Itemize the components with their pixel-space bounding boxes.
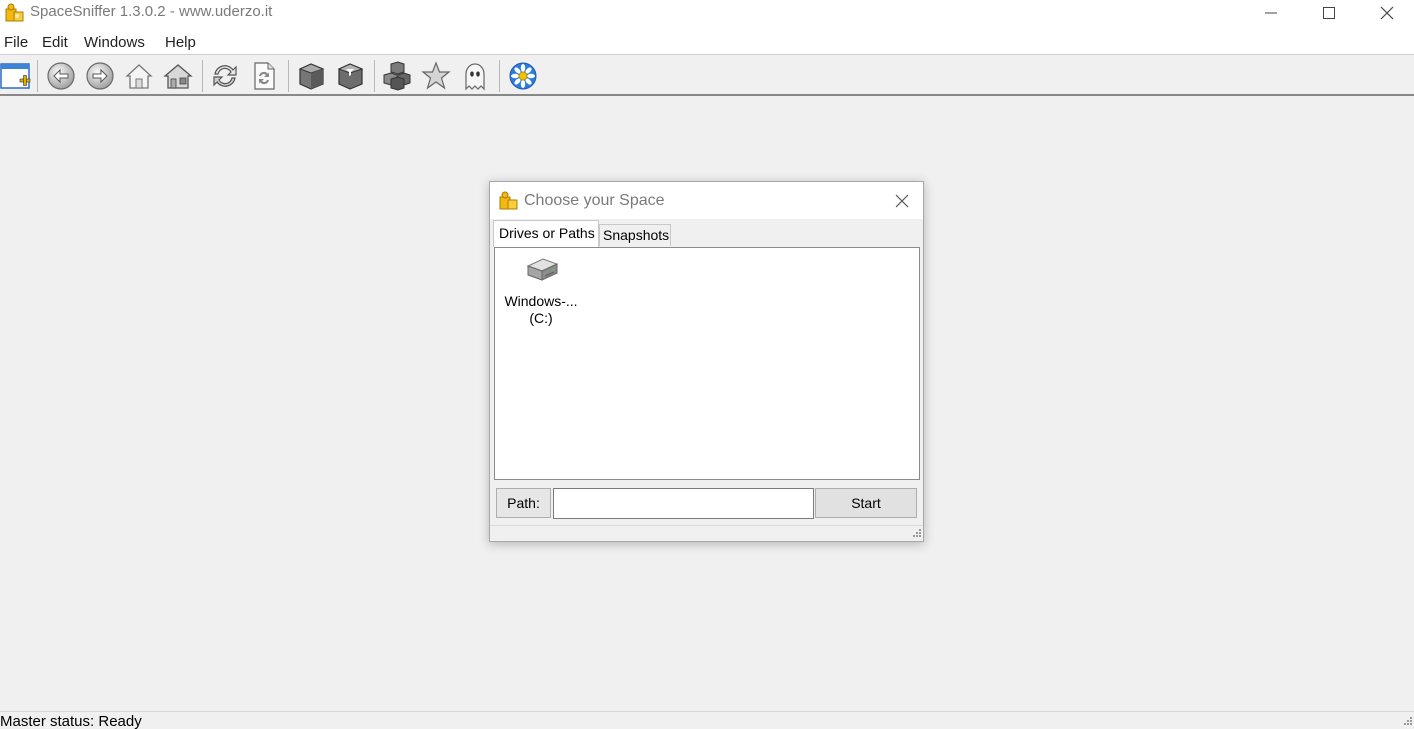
home-icon <box>163 64 193 89</box>
path-label-button[interactable]: Path: <box>496 488 551 518</box>
title-bar: SpaceSniffer 1.3.0.2 - www.uderzo.it <box>0 0 1414 30</box>
refresh-document-button[interactable] <box>247 60 281 92</box>
new-window-icon <box>0 63 31 89</box>
menu-help[interactable]: Help <box>165 34 196 51</box>
forward-button[interactable] <box>83 60 117 92</box>
choose-space-dialog: Choose your Space Drives or Paths Snapsh… <box>489 181 924 542</box>
resize-grip-icon[interactable] <box>1401 716 1413 728</box>
dialog-close-button[interactable] <box>888 190 916 212</box>
window-title: SpaceSniffer 1.3.0.2 - www.uderzo.it <box>30 3 273 20</box>
refresh-button[interactable] <box>208 60 242 92</box>
tab-drives-or-paths[interactable]: Drives or Paths <box>493 220 599 247</box>
forward-arrow-icon <box>86 62 114 90</box>
dialog-title: Choose your Space <box>524 192 665 209</box>
path-input[interactable] <box>553 488 814 519</box>
refresh-document-icon <box>254 62 275 90</box>
toolbar-separator <box>37 60 38 92</box>
back-button[interactable] <box>44 60 78 92</box>
flower-icon <box>509 62 537 90</box>
home-button[interactable] <box>161 60 195 92</box>
refresh-icon <box>213 65 237 87</box>
menu-file[interactable]: File <box>4 34 28 51</box>
status-bar: Master status: Ready <box>0 711 1414 729</box>
drive-letter: (C:) <box>529 310 553 326</box>
cubes-icon <box>383 61 411 91</box>
master-status: Master status: Ready <box>0 713 142 729</box>
drive-item-c[interactable]: Windows-... (C:) <box>501 254 581 327</box>
drive-label: Windows-... (C:) <box>501 293 581 327</box>
tab-snapshots[interactable]: Snapshots <box>599 224 671 246</box>
minimize-button[interactable] <box>1242 0 1300 26</box>
ghost-button[interactable] <box>458 60 492 92</box>
minimize-icon <box>1265 12 1277 14</box>
app-puzzle-icon <box>5 3 25 23</box>
toolbar-separator <box>374 60 375 92</box>
close-icon <box>895 194 909 208</box>
cube-button[interactable] <box>294 60 328 92</box>
cube-icon <box>298 63 325 90</box>
flower-button[interactable] <box>506 60 540 92</box>
cube-filter-icon <box>337 63 364 90</box>
star-icon <box>421 61 451 90</box>
cubes-button[interactable] <box>380 60 414 92</box>
close-icon <box>1380 6 1394 20</box>
drives-list: Windows-... (C:) <box>494 247 920 480</box>
close-button[interactable] <box>1358 0 1414 26</box>
menu-windows[interactable]: Windows <box>84 34 145 51</box>
maximize-icon <box>1323 7 1335 19</box>
toolbar-separator <box>288 60 289 92</box>
ghost-icon <box>465 63 485 91</box>
menu-bar: File Edit Windows Help <box>0 30 1414 55</box>
start-button[interactable]: Start <box>815 488 917 518</box>
toolbar-separator <box>202 60 203 92</box>
drive-name: Windows-... <box>504 293 578 309</box>
home-outline-button[interactable] <box>122 60 156 92</box>
hard-drive-icon <box>525 256 559 286</box>
toolbar <box>0 56 1414 96</box>
maximize-button[interactable] <box>1300 0 1358 26</box>
home-outline-icon <box>125 64 153 89</box>
dialog-status-bar <box>490 525 923 541</box>
cube-filter-button[interactable] <box>333 60 367 92</box>
toolbar-separator <box>499 60 500 92</box>
app-puzzle-icon <box>499 191 519 211</box>
new-window-button[interactable] <box>0 60 33 92</box>
menu-edit[interactable]: Edit <box>42 34 68 51</box>
star-button[interactable] <box>419 60 453 92</box>
resize-grip-icon[interactable] <box>910 528 922 540</box>
back-arrow-icon <box>47 62 75 90</box>
dialog-title-bar: Choose your Space <box>490 182 923 219</box>
